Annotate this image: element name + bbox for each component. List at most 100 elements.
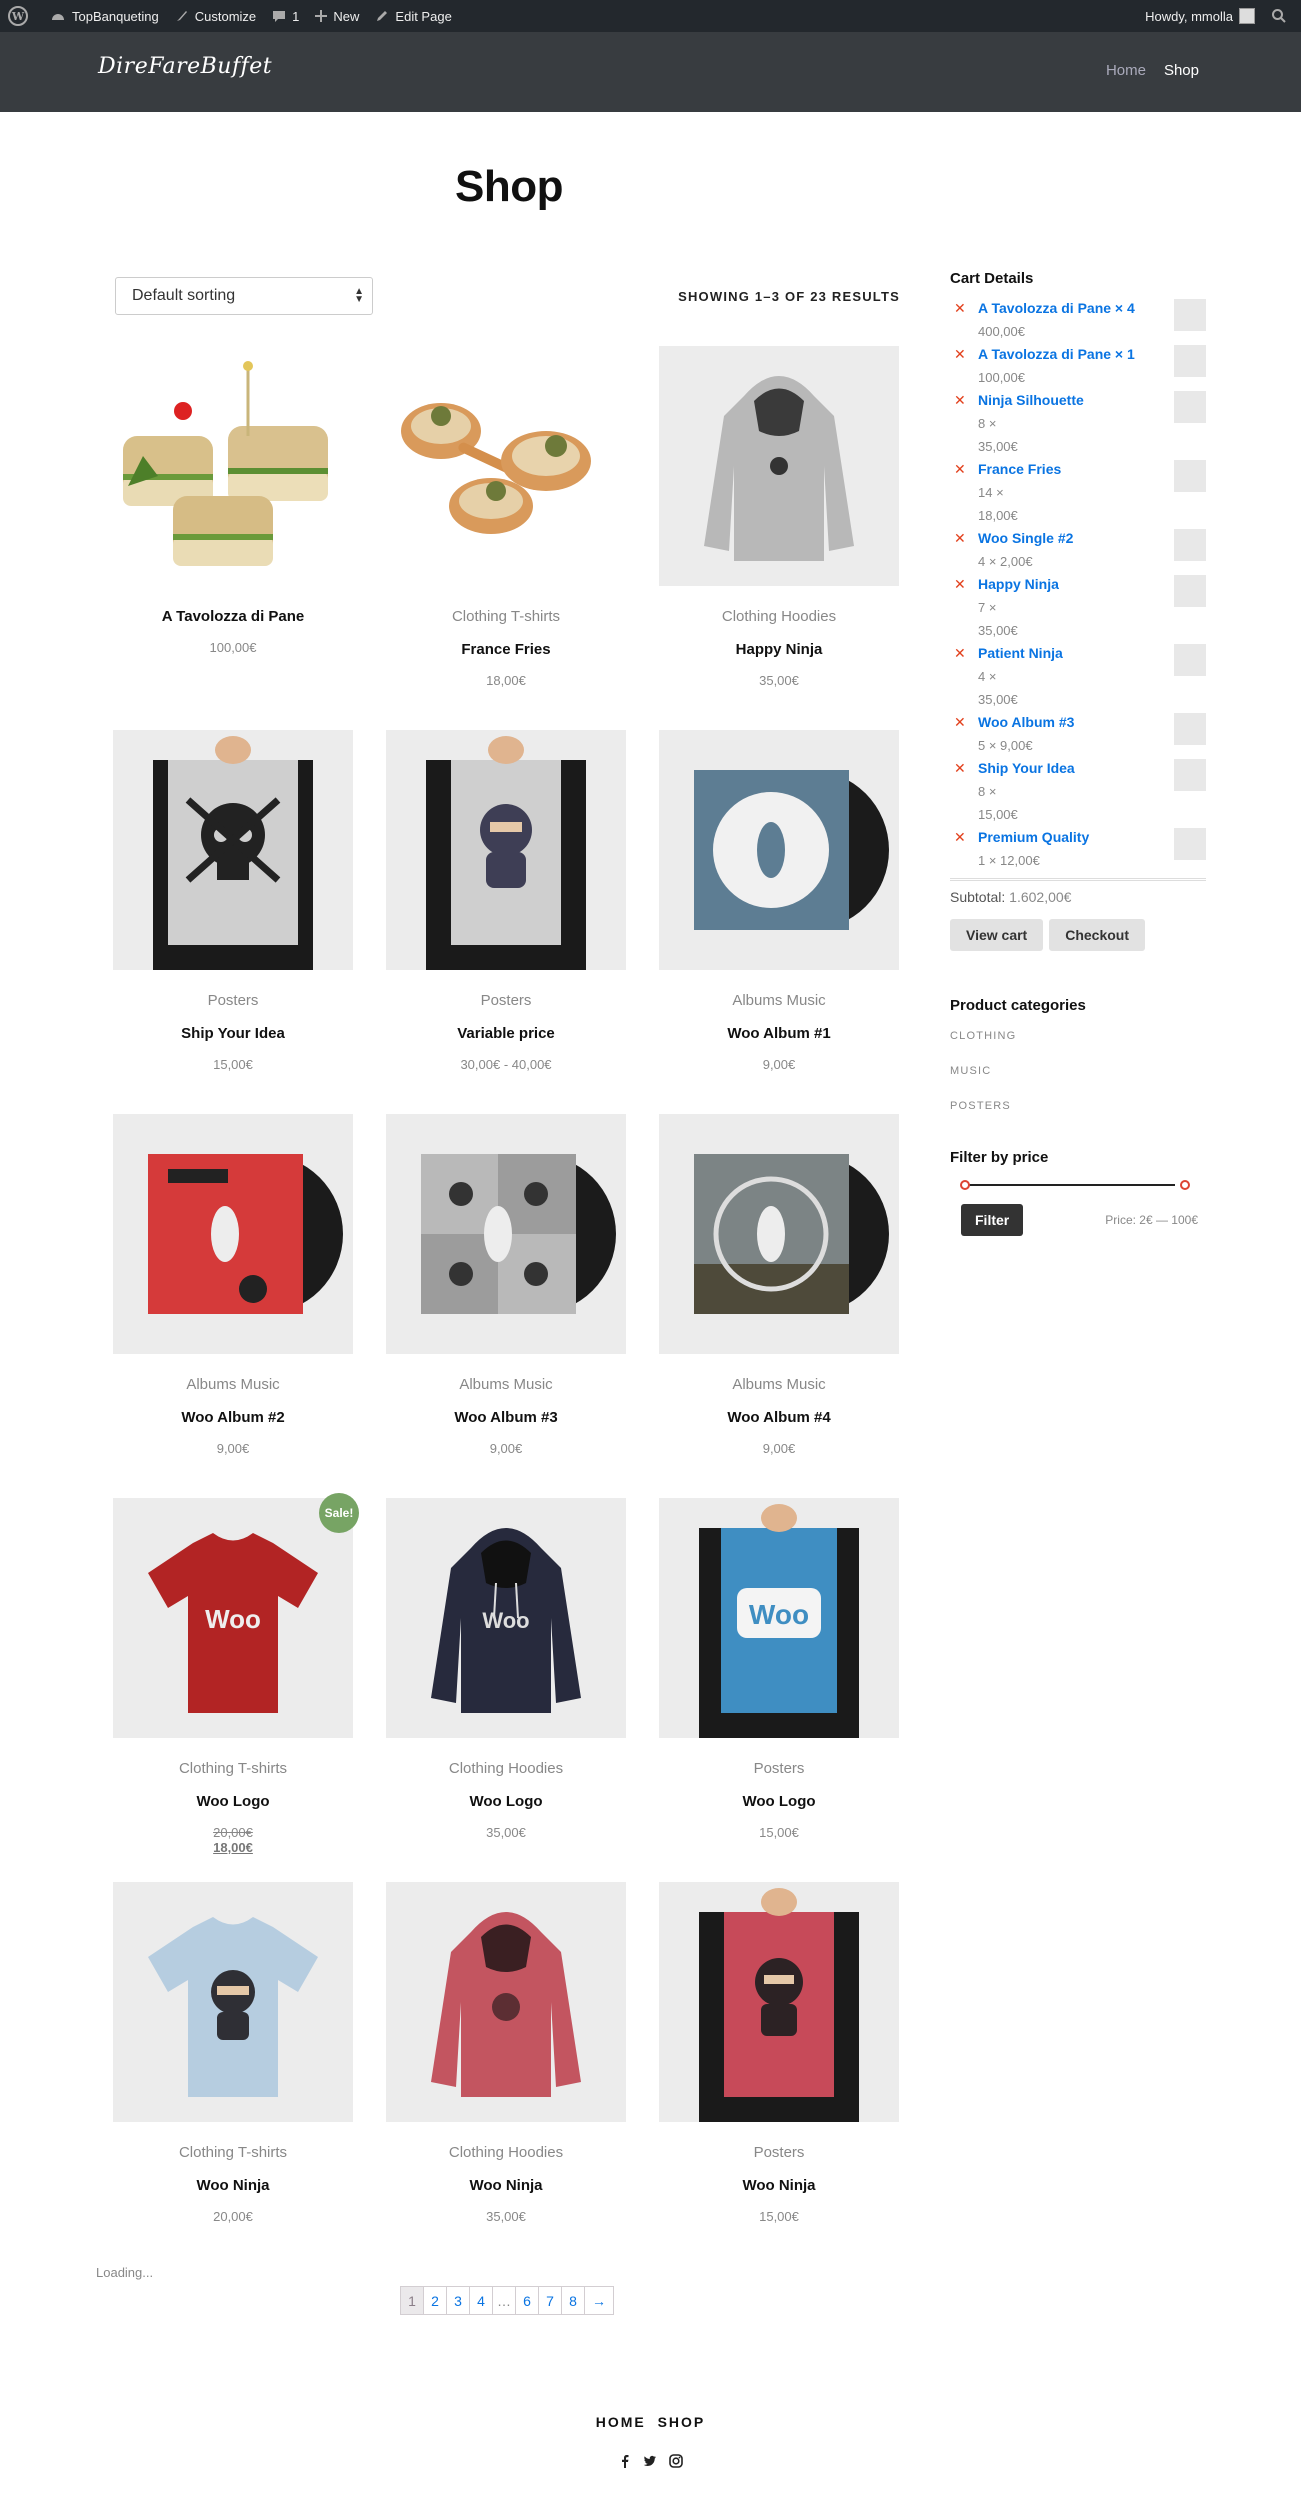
product-card[interactable]: Clothing Hoodies Happy Ninja 35,00€ [659, 346, 899, 688]
product-name[interactable]: Woo Logo [659, 1793, 899, 1810]
product-name[interactable]: Woo Album #4 [659, 1409, 899, 1426]
avatar [1239, 8, 1255, 24]
product-name[interactable]: Woo Ninja [386, 2177, 626, 2194]
page-link[interactable]: 7 [539, 2287, 562, 2314]
product-name[interactable]: Woo Logo [386, 1793, 626, 1810]
product-name[interactable]: Woo Logo [113, 1793, 353, 1810]
product-name[interactable]: Woo Album #3 [386, 1409, 626, 1426]
product-card[interactable]: Clothing T-shirts France Fries 18,00€ [386, 346, 626, 688]
price-slider-max-handle[interactable] [1180, 1180, 1190, 1190]
product-card[interactable]: Woo Posters Woo Logo 15,00€ [659, 1498, 899, 1840]
nav-shop[interactable]: Shop [1164, 62, 1199, 79]
sandwich-image[interactable] [113, 346, 353, 586]
remove-item-icon[interactable]: ✕ [954, 826, 966, 849]
product-name[interactable]: Woo Ninja [659, 2177, 899, 2194]
product-card[interactable]: Albums Music Woo Album #2 9,00€ [113, 1114, 353, 1456]
product-name[interactable]: A Tavolozza di Pane [113, 608, 353, 625]
product-name[interactable]: Variable price [386, 1025, 626, 1042]
lightblue-tshirt-image[interactable] [113, 1882, 353, 2122]
remove-item-icon[interactable]: ✕ [954, 458, 966, 481]
cart-item-title[interactable]: Woo Album #3 [978, 711, 1206, 734]
product-card[interactable]: Woo Clothing Hoodies Woo Logo 35,00€ [386, 1498, 626, 1840]
instagram-icon[interactable] [668, 2454, 683, 2468]
cart-item-title[interactable]: Ship Your Idea [978, 757, 1206, 780]
cart-item-title[interactable]: France Fries [978, 458, 1206, 481]
sort-select[interactable]: Default sorting ▲ ▼ [115, 277, 373, 315]
remove-item-icon[interactable]: ✕ [954, 573, 966, 596]
remove-item-icon[interactable]: ✕ [954, 297, 966, 320]
next-page-button[interactable]: → [585, 2287, 613, 2314]
page-link[interactable]: 2 [424, 2287, 447, 2314]
admin-account[interactable]: Howdy, mmolla [1137, 0, 1263, 32]
price-slider[interactable] [950, 1178, 1190, 1192]
product-card[interactable]: Clothing Hoodies Woo Ninja 35,00€ [386, 1882, 626, 2224]
product-name[interactable]: Woo Ninja [113, 2177, 353, 2194]
remove-item-icon[interactable]: ✕ [954, 389, 966, 412]
product-name[interactable]: Woo Album #1 [659, 1025, 899, 1042]
twitter-icon[interactable] [643, 2454, 657, 2468]
remove-item-icon[interactable]: ✕ [954, 757, 966, 780]
red-tshirt-image[interactable]: Woo [113, 1498, 353, 1738]
grey-album-image[interactable] [386, 1114, 626, 1354]
product-name[interactable]: France Fries [386, 641, 626, 658]
price-slider-min-handle[interactable] [960, 1180, 970, 1190]
nav-home[interactable]: Home [1106, 62, 1146, 79]
cart-item-title[interactable]: Happy Ninja [978, 573, 1206, 596]
product-name[interactable]: Happy Ninja [659, 641, 899, 658]
site-logo[interactable]: DireFareBuffet [98, 54, 272, 79]
facebook-icon[interactable] [619, 2454, 631, 2468]
red-album-image[interactable] [113, 1114, 353, 1354]
cart-item-title[interactable]: A Tavolozza di Pane × 4 [978, 297, 1206, 320]
navy-hoodie-image[interactable]: Woo [386, 1498, 626, 1738]
food-spoons-image[interactable] [386, 346, 626, 586]
filter-button[interactable]: Filter [961, 1204, 1024, 1236]
cart-item-thumbnail [1174, 828, 1206, 860]
page-link[interactable]: 3 [447, 2287, 470, 2314]
checkout-button[interactable]: Checkout [1049, 919, 1146, 951]
blue-album-image[interactable] [659, 730, 899, 970]
product-card[interactable]: Woo Clothing T-shirts Woo Logo 20,00€ 18,00€… [113, 1493, 359, 1855]
remove-item-icon[interactable]: ✕ [954, 343, 966, 366]
product-card[interactable]: Posters Woo Ninja 15,00€ [659, 1882, 899, 2224]
remove-item-icon[interactable]: ✕ [954, 711, 966, 734]
product-card[interactable]: Albums Music Woo Album #4 9,00€ [659, 1114, 899, 1456]
remove-item-icon[interactable]: ✕ [954, 642, 966, 665]
category-clothing[interactable]: CLOTHING [950, 1028, 1206, 1063]
product-card[interactable]: Albums Music Woo Album #1 9,00€ [659, 730, 899, 1072]
page-link[interactable]: 8 [562, 2287, 585, 2314]
view-cart-button[interactable]: View cart [950, 919, 1044, 951]
cart-item-title[interactable]: Ninja Silhouette [978, 389, 1206, 412]
grey-hoodie-image[interactable] [659, 346, 899, 586]
product-card[interactable]: Clothing T-shirts Woo Ninja 20,00€ [113, 1882, 353, 2224]
woo-poster-image[interactable]: Woo [659, 1498, 899, 1738]
ninja-poster-image[interactable] [386, 730, 626, 970]
cart-item-title[interactable]: Woo Single #2 [978, 527, 1206, 550]
footer-nav-home[interactable]: HOME [596, 2414, 646, 2430]
category-posters[interactable]: POSTERS [950, 1098, 1206, 1133]
page-link[interactable]: 4 [470, 2287, 493, 2314]
admin-site-name[interactable]: TopBanqueting [42, 0, 167, 32]
product-name[interactable]: Ship Your Idea [113, 1025, 353, 1042]
pink-hoodie-image[interactable] [386, 1882, 626, 2122]
wordpress-logo-icon[interactable]: W [0, 0, 42, 32]
product-name[interactable]: Woo Album #2 [113, 1409, 353, 1426]
cart-item-title[interactable]: A Tavolozza di Pane × 1 [978, 343, 1206, 366]
cart-item-title[interactable]: Premium Quality [978, 826, 1206, 849]
remove-item-icon[interactable]: ✕ [954, 527, 966, 550]
product-card[interactable]: Posters Ship Your Idea 15,00€ [113, 730, 353, 1072]
skull-poster-image[interactable] [113, 730, 353, 970]
category-music[interactable]: MUSIC [950, 1063, 1206, 1098]
admin-new[interactable]: New [307, 0, 367, 32]
cart-item-title[interactable]: Patient Ninja [978, 642, 1206, 665]
admin-edit-page[interactable]: Edit Page [367, 0, 459, 32]
city-album-image[interactable] [659, 1114, 899, 1354]
page-link[interactable]: 6 [516, 2287, 539, 2314]
product-card[interactable]: Albums Music Woo Album #3 9,00€ [386, 1114, 626, 1456]
footer-nav-shop[interactable]: SHOP [658, 2414, 706, 2430]
product-card[interactable]: Posters Variable price 30,00€ - 40,00€ [386, 730, 626, 1072]
pink-poster-image[interactable] [659, 1882, 899, 2122]
admin-customize[interactable]: Customize [167, 0, 264, 32]
admin-comments[interactable]: 1 [264, 0, 307, 32]
admin-search-icon[interactable] [1263, 0, 1301, 32]
product-card[interactable]: A Tavolozza di Pane 100,00€ [113, 346, 353, 655]
